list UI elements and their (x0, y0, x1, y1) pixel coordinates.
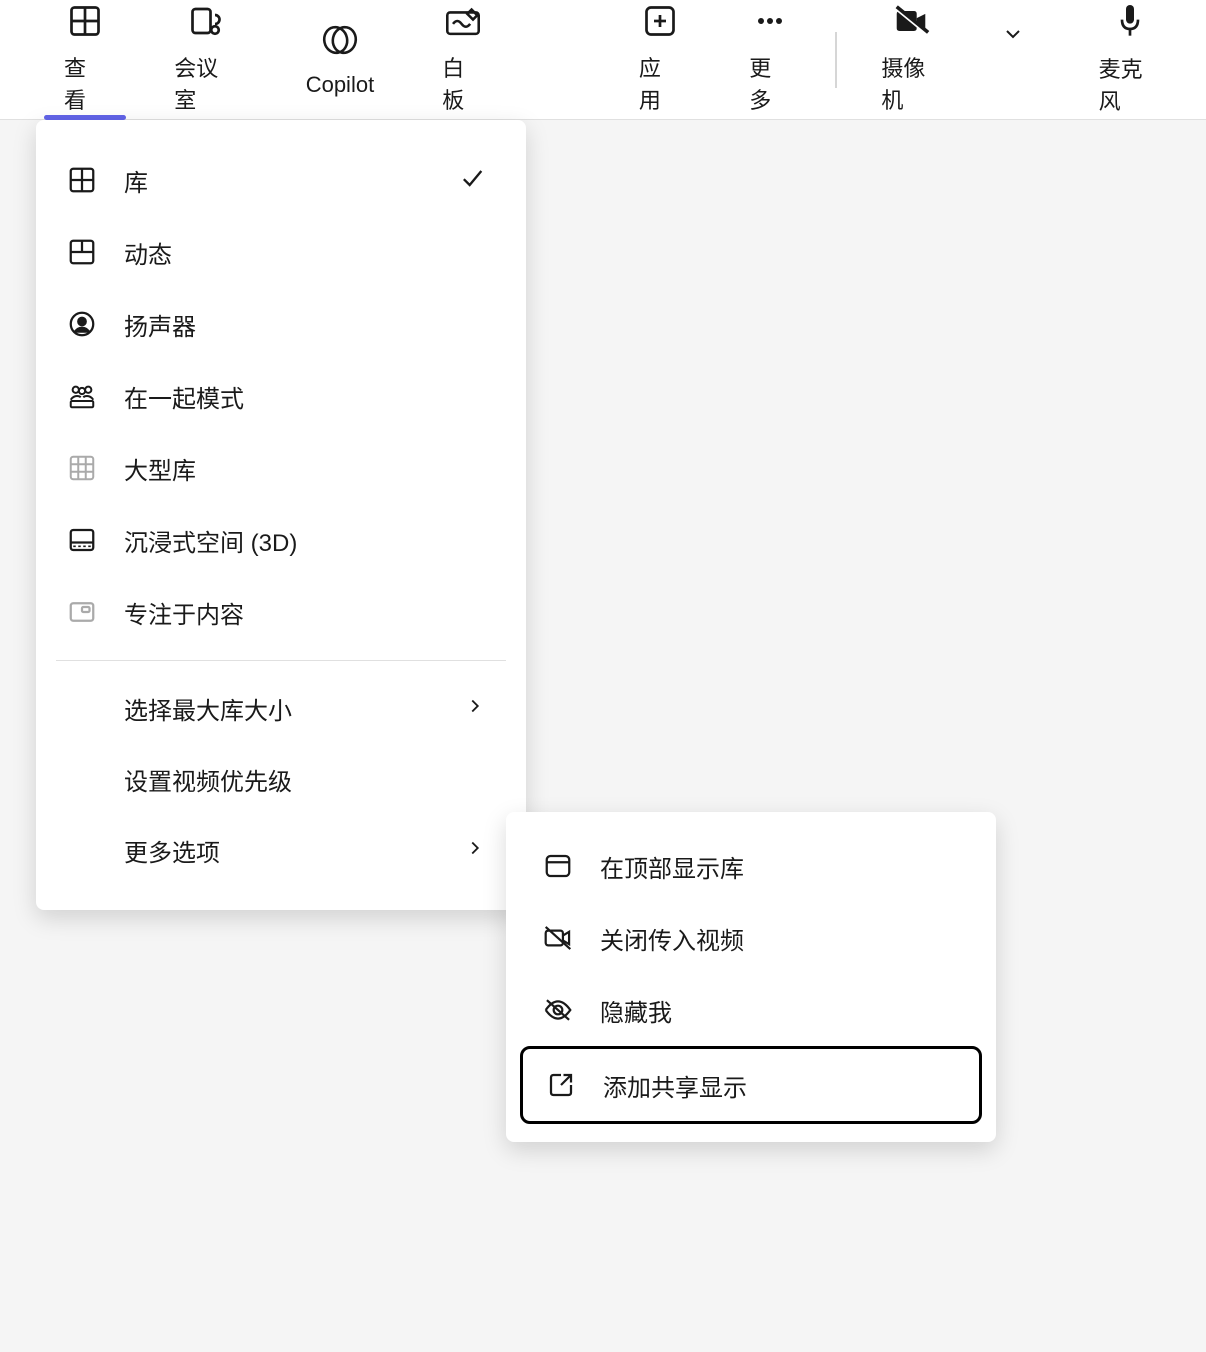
apps-button[interactable]: 应用 (615, 0, 705, 100)
menu-item-immersive[interactable]: 沉浸式空间 (3D) (36, 504, 526, 576)
check-icon (458, 164, 486, 197)
camera-off-icon (891, 3, 931, 39)
meeting-toolbar: 查看 会议室 Copilot 白板 (0, 0, 1206, 120)
microphone-icon (1110, 2, 1150, 40)
microphone-label: 麦克风 (1099, 52, 1162, 116)
submenu-item-turn-off-video[interactable]: 关闭传入视频 (520, 902, 982, 974)
menu-item-together[interactable]: 在一起模式 (36, 360, 526, 432)
show-top-gallery-label: 在顶部显示库 (600, 849, 962, 884)
submenu-item-show-top-gallery[interactable]: 在顶部显示库 (520, 830, 982, 902)
large-gallery-icon (64, 450, 100, 486)
plus-icon (640, 3, 680, 39)
immersive-icon (64, 522, 100, 558)
toolbar-separator (835, 32, 837, 88)
menu-item-gallery[interactable]: 库 (36, 144, 526, 216)
window-top-icon (540, 848, 576, 884)
copilot-label: Copilot (306, 72, 374, 98)
camera-button[interactable]: 摄像机 (857, 0, 964, 100)
microphone-button[interactable]: 麦克风 (1075, 0, 1186, 100)
popout-icon (543, 1067, 579, 1103)
chevron-down-icon[interactable] (1001, 22, 1025, 51)
large-gallery-label: 大型库 (124, 451, 498, 486)
submenu-item-hide-me[interactable]: 隐藏我 (520, 974, 982, 1046)
video-priority-label: 设置视频优先级 (124, 762, 498, 797)
together-icon (64, 378, 100, 414)
add-shared-display-label: 添加共享显示 (603, 1068, 959, 1103)
menu-item-video-priority[interactable]: 设置视频优先级 (36, 744, 526, 815)
apps-label: 应用 (639, 51, 681, 115)
rooms-label: 会议室 (174, 51, 237, 115)
hide-me-label: 隐藏我 (600, 993, 962, 1028)
whiteboard-label: 白板 (442, 51, 484, 115)
more-button[interactable]: 更多 (725, 0, 815, 100)
menu-item-more-options[interactable]: 更多选项 (36, 815, 526, 886)
whiteboard-icon (443, 3, 483, 39)
menu-item-dynamic[interactable]: 动态 (36, 216, 526, 288)
more-options-label: 更多选项 (124, 833, 498, 868)
more-icon (750, 3, 790, 39)
chevron-right-icon (464, 695, 486, 722)
gallery-label: 库 (124, 163, 498, 198)
menu-item-large-gallery[interactable]: 大型库 (36, 432, 526, 504)
grid-icon (65, 3, 105, 39)
turn-off-video-label: 关闭传入视频 (600, 921, 962, 956)
eye-off-icon (540, 992, 576, 1028)
more-label: 更多 (749, 51, 791, 115)
rooms-button[interactable]: 会议室 (150, 0, 261, 100)
menu-item-max-gallery-size[interactable]: 选择最大库大小 (36, 673, 526, 744)
submenu-item-add-shared-display[interactable]: 添加共享显示 (520, 1046, 982, 1124)
video-off-icon (540, 920, 576, 956)
together-label: 在一起模式 (124, 379, 498, 414)
focus-content-label: 专注于内容 (124, 595, 498, 630)
menu-item-focus-content[interactable]: 专注于内容 (36, 576, 526, 648)
dynamic-label: 动态 (124, 235, 498, 270)
immersive-label: 沉浸式空间 (3D) (124, 523, 498, 558)
menu-item-speaker[interactable]: 扬声器 (36, 288, 526, 360)
dynamic-icon (64, 234, 100, 270)
more-options-submenu: 在顶部显示库 关闭传入视频 隐藏我 (506, 812, 996, 1142)
speaker-label: 扬声器 (124, 307, 498, 342)
menu-divider (56, 660, 506, 661)
gallery-icon (64, 162, 100, 198)
max-gallery-size-label: 选择最大库大小 (124, 691, 498, 726)
view-label: 查看 (64, 51, 106, 115)
camera-control: 摄像机 (857, 0, 1024, 100)
copilot-icon (320, 20, 360, 60)
view-button[interactable]: 查看 (40, 0, 130, 100)
speaker-icon (64, 306, 100, 342)
copilot-button[interactable]: Copilot (282, 0, 398, 100)
camera-label: 摄像机 (881, 51, 940, 115)
chevron-right-icon (464, 837, 486, 864)
rooms-icon (186, 3, 226, 39)
whiteboard-button[interactable]: 白板 (418, 0, 508, 100)
focus-content-icon (64, 594, 100, 630)
view-dropdown-menu: 库 动态 扬声器 (36, 120, 526, 910)
